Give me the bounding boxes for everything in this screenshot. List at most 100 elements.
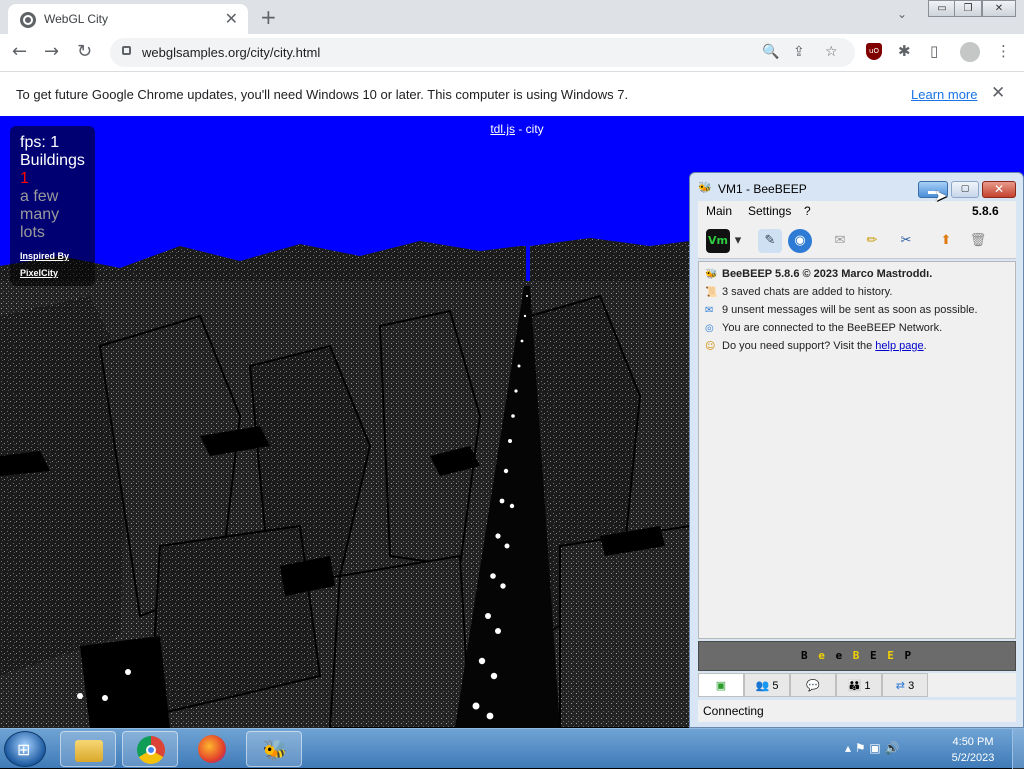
lock-icon[interactable] [122, 46, 131, 55]
log-text: 3 saved chats are added to history. [722, 286, 893, 298]
forward-button[interactable]: → [44, 41, 59, 62]
file-share-icon: ⇄ [895, 680, 906, 692]
log-text: BeeBEEP 5.8.6 © 2023 Marco Mastroddı. [722, 268, 933, 280]
chats-tab[interactable]: 💬 [790, 673, 836, 697]
search-icon[interactable]: 🔍 [762, 44, 779, 60]
new-tab-button[interactable]: + [260, 5, 277, 29]
clock-date: 5/2/2023 [951, 752, 995, 764]
firefox-icon [198, 735, 226, 763]
tab-search-chevron-icon[interactable]: ⌄ [897, 7, 907, 21]
log-line-connected: ◎ You are connected to the BeeBEEP Networ… [705, 322, 942, 334]
beebeep-window: 🐝 VM1 - BeeBEEP ▢ ✕ Main Settings ? 5.8.… [689, 172, 1024, 728]
buildings-option-a-few[interactable]: a few [20, 188, 85, 206]
dropdown-arrow-icon[interactable]: ▾ [732, 229, 744, 253]
beebeep-app[interactable]: 🐝 [246, 731, 302, 767]
update-icon[interactable]: ⬆ [934, 229, 958, 253]
home-tab[interactable]: ▣ [698, 673, 744, 697]
beebeep-statusbar: Connecting [698, 700, 1016, 722]
network-icon[interactable]: ◉ [788, 229, 812, 253]
groups-count: 1 [864, 680, 871, 692]
page-title: tdl.js - city [0, 122, 1024, 136]
help-page-link[interactable]: help page [875, 340, 923, 352]
vm-status-icon[interactable]: Vm [706, 229, 730, 253]
window-close-button[interactable]: ✕ [982, 0, 1016, 17]
groups-tab[interactable]: 👪 1 [836, 673, 882, 697]
menu-help[interactable]: ? [804, 204, 811, 218]
chat-bubble-icon: 💬 [806, 680, 820, 692]
infobar-close-icon[interactable]: ✕ [991, 83, 1005, 103]
beebeep-maximize-button[interactable]: ▢ [951, 181, 979, 198]
system-tray[interactable]: ▴ ⚑ ▣ 🔊 [845, 741, 900, 755]
beebeep-close-button[interactable]: ✕ [982, 181, 1016, 198]
buildings-option-1[interactable]: 1 [20, 170, 85, 188]
windows-taskbar: ⊞ 🐝 ▴ ⚑ ▣ 🔊 4:50 PM 5/2/2023 [0, 728, 1024, 769]
menu-main[interactable]: Main [706, 204, 732, 218]
url-text[interactable]: webglsamples.org/city/city.html [142, 45, 320, 60]
share-icon[interactable]: ⇪ [793, 44, 805, 60]
buildings-option-many[interactable]: many [20, 206, 85, 224]
bee-app-icon: 🐝 [698, 181, 712, 194]
beebeep-titlebar[interactable]: 🐝 VM1 - BeeBEEP ▢ ✕ [690, 173, 1023, 203]
users-tab[interactable]: 👥 5 [744, 673, 790, 697]
address-bar[interactable]: webglsamples.org/city/city.html 🔍 ⇪ ☆ [110, 38, 855, 67]
tab-close-icon[interactable]: ✕ [225, 9, 238, 28]
beebeep-window-title: VM1 - BeeBEEP [718, 182, 807, 196]
fps-readout: fps: 1 [20, 134, 60, 151]
brand-letter: e [835, 649, 845, 662]
back-button[interactable]: ← [12, 41, 27, 62]
taskbar-clock[interactable]: 4:50 PM 5/2/2023 [948, 734, 998, 766]
start-button[interactable]: ⊞ [4, 731, 46, 767]
inspired-by-link[interactable]: Inspired By [20, 248, 85, 265]
trash-icon[interactable]: 🗑 [966, 229, 990, 253]
mail-icon[interactable]: ✉ [828, 229, 852, 253]
history-icon: 📜 [705, 287, 718, 298]
chrome-app[interactable] [122, 731, 178, 767]
reload-button[interactable]: ↻ [77, 41, 92, 62]
brand-letter: E [887, 649, 896, 662]
ublock-extension-icon[interactable]: uO [866, 43, 882, 60]
menu-settings[interactable]: Settings [748, 204, 791, 218]
page-title-suffix: - city [515, 122, 544, 136]
brand-letter: e [818, 649, 827, 662]
tools-icon[interactable]: ✂ [894, 229, 918, 253]
note-icon[interactable]: ✏ [860, 229, 884, 253]
profile-avatar-icon[interactable] [960, 42, 980, 62]
log-text: 9 unsent messages will be sent as soon a… [722, 304, 978, 316]
network-icon: ◎ [705, 323, 714, 334]
users-icon: 👥 [755, 680, 770, 692]
explorer-app[interactable] [60, 731, 116, 767]
tdljs-link[interactable]: tdl.js [490, 122, 515, 136]
extensions-puzzle-icon[interactable]: ✱ [898, 42, 911, 60]
edit-profile-icon[interactable]: ✎ [758, 229, 782, 253]
globe-icon [20, 12, 36, 28]
infobar-message: To get future Google Chrome updates, you… [16, 87, 629, 102]
beebeep-menubar: Main Settings ? 5.8.6 [698, 201, 1016, 223]
show-desktop-button[interactable] [1012, 729, 1024, 769]
chrome-center-icon [146, 745, 156, 755]
activity-log[interactable]: 🐝 BeeBEEP 5.8.6 © 2023 Marco Mastroddı. 📜… [698, 261, 1016, 639]
tab-strip: WebGL City ✕ + ⌄ ▭ ❐ ✕ [0, 0, 1024, 34]
browser-tab[interactable]: WebGL City ✕ [8, 4, 248, 34]
bookmark-star-icon[interactable]: ☆ [825, 44, 838, 60]
buildings-option-lots[interactable]: lots [20, 224, 85, 242]
chrome-menu-icon[interactable]: ⋮ [996, 42, 1011, 60]
files-tab[interactable]: ⇄ 3 [882, 673, 928, 697]
stats-panel: fps: 1 Buildings 1 a few many lots Inspi… [10, 126, 95, 286]
log-text: Do you need support? Visit the [722, 340, 876, 352]
folder-icon [75, 740, 103, 762]
firefox-app[interactable] [184, 731, 240, 767]
beebeep-brand-bar: B e e B E E P [698, 641, 1016, 671]
envelope-icon: ✉ [705, 305, 714, 316]
beebeep-tabs: ▣ 👥 5 💬 👪 1 ⇄ 3 [698, 673, 1016, 697]
brand-letter: E [869, 649, 879, 662]
pixelcity-link[interactable]: PixelCity [20, 265, 85, 282]
side-panel-icon[interactable]: ▯ [930, 42, 938, 60]
mouse-cursor-icon: ➤ [934, 186, 948, 205]
window-restore-button[interactable]: ❐ [954, 0, 982, 17]
window-minimize-button[interactable]: ▭ [928, 0, 956, 17]
users-count: 5 [772, 680, 779, 692]
log-text: You are connected to the BeeBEEP Network… [722, 322, 943, 334]
learn-more-link[interactable]: Learn more [911, 87, 977, 102]
log-line-support: ☺ Do you need support? Visit the help pag… [705, 340, 927, 352]
tab-title: WebGL City [44, 12, 109, 26]
